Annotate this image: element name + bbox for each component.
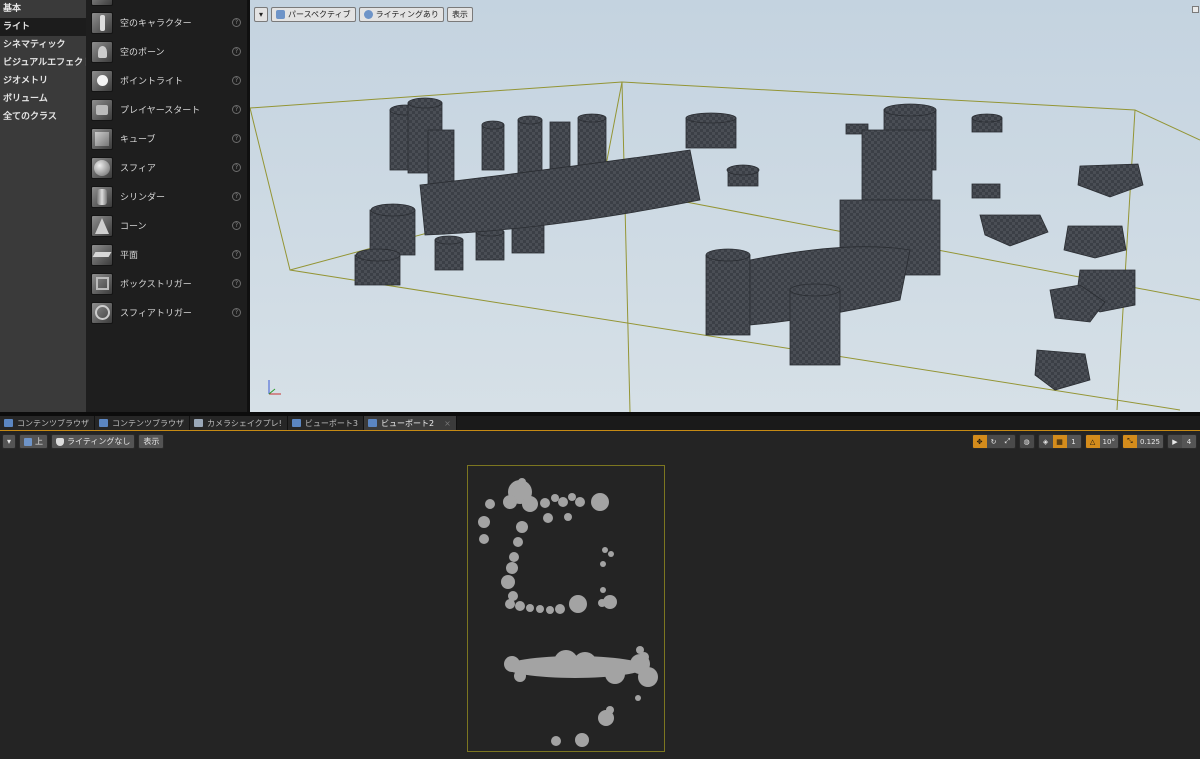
lighting-mode-button[interactable]: ライティングあり xyxy=(358,7,444,22)
asset-sphere[interactable]: スフィア ? xyxy=(86,153,247,182)
asset-label: コーン xyxy=(120,222,147,232)
rock-footprints xyxy=(478,478,658,747)
top-down-scene-render xyxy=(478,478,658,747)
tab-viewport-2[interactable]: ビューポート2 × xyxy=(363,416,457,430)
show-label: 表示 xyxy=(451,10,468,19)
category-all-classes[interactable]: 全てのクラス xyxy=(0,108,86,126)
scene-render xyxy=(250,81,1200,412)
rock-columns xyxy=(354,97,1144,391)
viewport-options-menu[interactable]: ▾ xyxy=(254,7,269,22)
asset-label: 空のキャラクター xyxy=(120,19,192,29)
asset-label: スフィア xyxy=(120,164,156,174)
lighting-label: ライティングあり xyxy=(375,10,439,19)
asset-point-light[interactable]: ポイントライト ? xyxy=(86,66,247,95)
tab-content-browser-1[interactable]: コンテンツブラウザ xyxy=(0,416,95,430)
point-light-icon xyxy=(91,69,113,92)
plane-icon xyxy=(91,243,113,266)
content-browser-icon xyxy=(99,419,108,427)
help-icon[interactable]: ? xyxy=(232,134,241,143)
close-icon[interactable]: × xyxy=(444,419,451,428)
asset-sphere-trigger[interactable]: スフィアトリガー ? xyxy=(86,298,247,327)
place-mode-category-panel: 基本 ライト シネマティック ビジュアルエフェクト ジオメトリ ボリューム 全て… xyxy=(0,0,92,412)
asset-row-partial[interactable] xyxy=(86,0,247,7)
cone-icon xyxy=(91,214,113,237)
chevron-down-icon: ▾ xyxy=(259,10,264,19)
player-start-icon xyxy=(91,98,113,121)
help-icon[interactable]: ? xyxy=(232,163,241,172)
asset-player-start[interactable]: プレイヤースタート ? xyxy=(86,95,247,124)
tab-label: カメラシェイクプレ! xyxy=(207,418,282,428)
help-icon[interactable]: ? xyxy=(232,250,241,259)
help-icon[interactable]: ? xyxy=(232,221,241,230)
editor-window: 基本 ライト シネマティック ビジュアルエフェクト ジオメトリ ボリューム 全て… xyxy=(0,0,1200,759)
sphere-trigger-icon xyxy=(91,301,113,324)
content-browser-icon xyxy=(4,419,13,427)
category-visual-effects[interactable]: ビジュアルエフェクト xyxy=(0,54,92,72)
help-icon[interactable]: ? xyxy=(232,76,241,85)
asset-label: キューブ xyxy=(120,135,156,145)
character-icon xyxy=(91,11,113,34)
help-icon[interactable]: ? xyxy=(232,279,241,288)
help-icon[interactable]: ? xyxy=(232,308,241,317)
asset-empty-pawn[interactable]: 空のポーン ? xyxy=(86,37,247,66)
help-icon[interactable]: ? xyxy=(232,192,241,201)
perspective-icon xyxy=(276,10,286,19)
pawn-icon xyxy=(91,40,113,63)
category-lights[interactable]: ライト xyxy=(0,18,86,36)
perspective-button[interactable]: パースペクティブ xyxy=(271,7,356,22)
viewport-toolbar: ▾ パースペクティブ ライティングあり 表示 xyxy=(254,7,473,22)
asset-cylinder[interactable]: シリンダー ? xyxy=(86,182,247,211)
category-geometry[interactable]: ジオメトリ xyxy=(0,72,86,90)
camera-shake-icon xyxy=(194,419,203,427)
maximize-viewport-icon[interactable] xyxy=(1192,6,1199,13)
lit-sphere-icon xyxy=(363,10,373,19)
box-trigger-icon xyxy=(91,272,113,295)
help-icon[interactable]: ? xyxy=(232,47,241,56)
category-basic[interactable]: 基本 xyxy=(0,0,86,18)
cube-icon xyxy=(91,127,113,150)
perspective-viewport[interactable]: ▾ パースペクティブ ライティングあり 表示 xyxy=(250,0,1200,412)
show-flags-button[interactable]: 表示 xyxy=(446,7,473,22)
asset-label: 平面 xyxy=(120,251,139,261)
asset-cone[interactable]: コーン ? xyxy=(86,211,247,240)
asset-label: 空のポーン xyxy=(120,48,165,58)
tab-label: コンテンツブラウザ xyxy=(17,418,89,428)
asset-label: スフィアトリガー xyxy=(120,309,192,319)
asset-label: プレイヤースタート xyxy=(120,106,201,116)
viewport-icon xyxy=(367,419,377,427)
sphere-icon xyxy=(91,156,113,179)
partial-asset-icon xyxy=(91,0,113,6)
help-icon[interactable]: ? xyxy=(232,18,241,27)
asset-cube[interactable]: キューブ ? xyxy=(86,124,247,153)
asset-plane[interactable]: 平面 ? xyxy=(86,240,247,269)
tab-label: ビューポート3 xyxy=(304,418,358,428)
tab-camera-shake[interactable]: カメラシェイクプレ! xyxy=(190,416,288,430)
tab-label: ビューポート2 xyxy=(380,418,435,428)
asset-label: ポイントライト xyxy=(120,77,184,87)
asset-label: シリンダー xyxy=(120,193,166,203)
place-mode-asset-list: 空のキャラクター ? 空のポーン ? ポイントライト ? プレイヤースタート ?… xyxy=(86,0,247,412)
asset-box-trigger[interactable]: ボックストリガー ? xyxy=(86,269,247,298)
perspective-label: パースペクティブ xyxy=(288,10,351,19)
tab-content-browser-2[interactable]: コンテンツブラウザ xyxy=(95,416,190,430)
axis-gizmo-icon xyxy=(268,380,281,395)
asset-empty-character[interactable]: 空のキャラクター ? xyxy=(86,8,247,37)
tab-label: コンテンツブラウザ xyxy=(112,418,184,428)
editor-tab-bar: コンテンツブラウザ コンテンツブラウザ カメラシェイクプレ! ビューポート3 ビ… xyxy=(0,416,1200,431)
cylinder-icon xyxy=(91,185,113,208)
category-cinematic[interactable]: シネマティック xyxy=(0,36,86,54)
tab-viewport-3[interactable]: ビューポート3 xyxy=(287,416,364,430)
category-volumes[interactable]: ボリューム xyxy=(0,90,86,108)
asset-label: ボックストリガー xyxy=(120,280,192,290)
help-icon[interactable]: ? xyxy=(232,105,241,114)
viewport-icon xyxy=(291,419,301,427)
top-viewport[interactable]: ▾ 上 ライティングなし 表示 ✥ ↻ ⤢ ◍ ◈ ▦ 1 △ 10° ⤡ 0.… xyxy=(0,432,1200,759)
